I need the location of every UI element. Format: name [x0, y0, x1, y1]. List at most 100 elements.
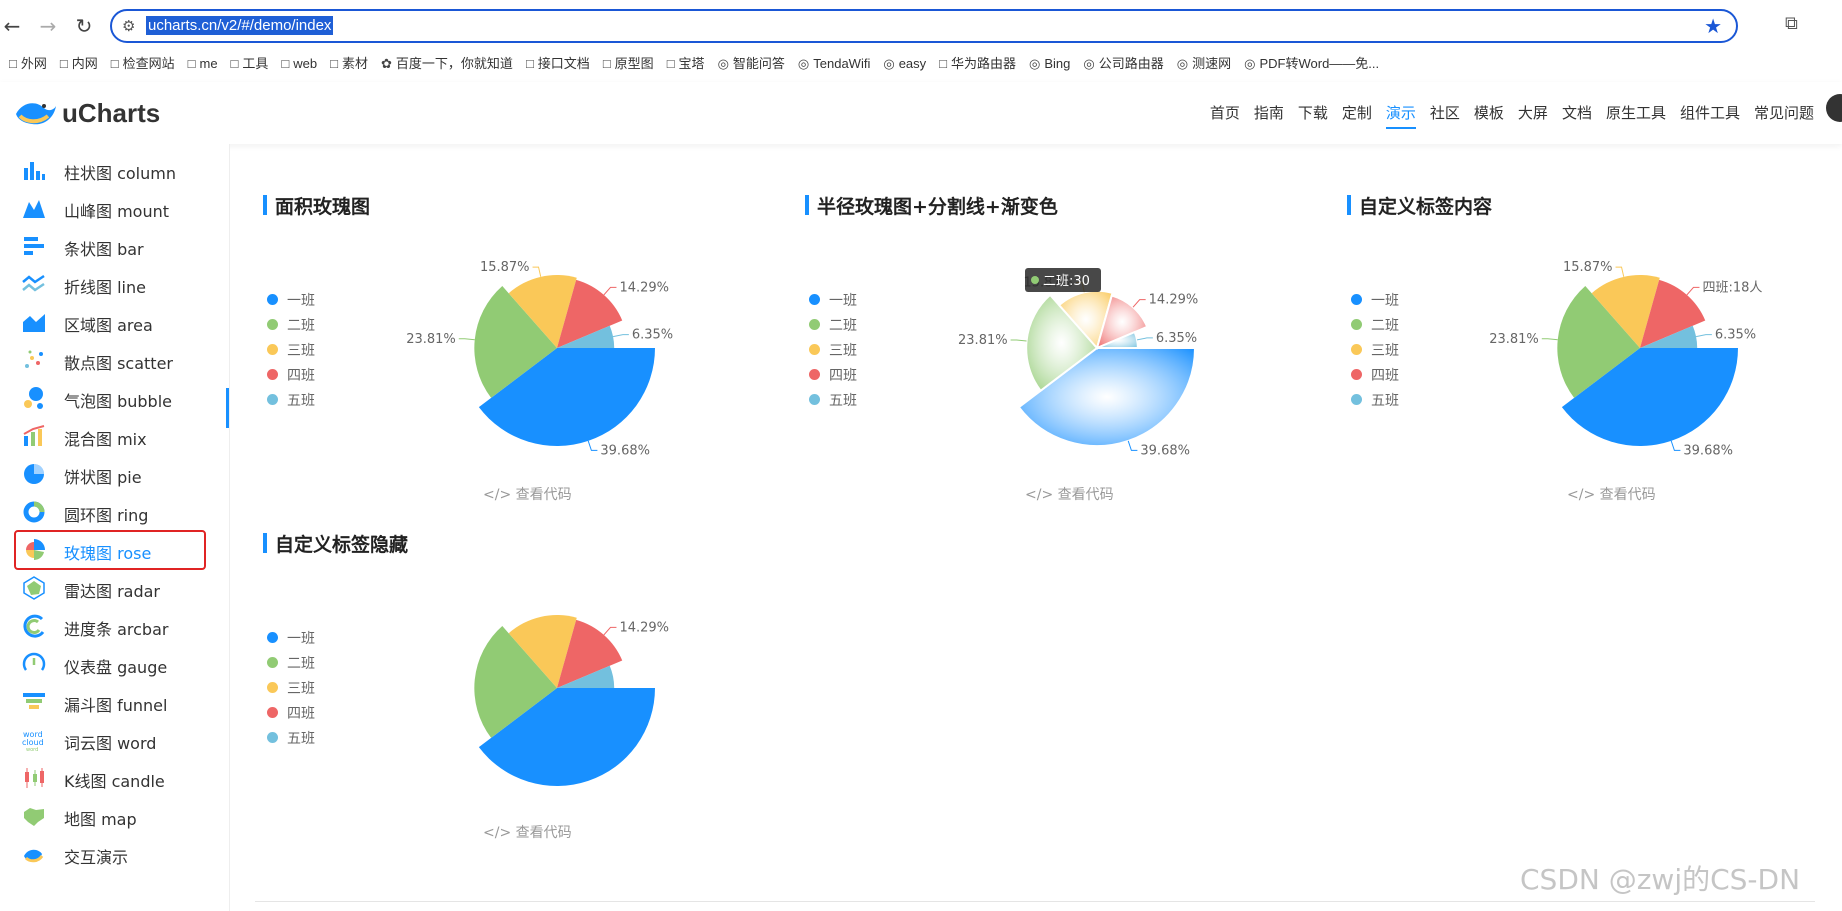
bookmark-item[interactable]: ◎ easy: [883, 52, 926, 76]
bookmark-item[interactable]: ◎ 测速网: [1177, 52, 1231, 76]
view-code-link[interactable]: </> 查看代码: [1567, 484, 1656, 504]
nav-item-9[interactable]: 原生工具: [1606, 102, 1666, 127]
legend-item[interactable]: 一班: [267, 290, 315, 315]
sidebar-item-label: 地图 map: [64, 810, 137, 829]
rose-chart[interactable]: 14.29%: [377, 558, 737, 818]
bookmark-item[interactable]: □ 原型图: [603, 52, 654, 76]
bookmark-item[interactable]: ✿ 百度一下，你就知道: [381, 52, 513, 76]
bookmark-item[interactable]: □ 素材: [330, 52, 368, 76]
bookmark-item[interactable]: ◎ PDF转Word——免...: [1244, 52, 1379, 76]
sidebar-item-bar[interactable]: 条状图 bar: [16, 228, 204, 264]
sidebar-item-line[interactable]: 折线图 line: [16, 266, 204, 302]
logo-text[interactable]: uCharts: [62, 98, 160, 129]
bookmark-item[interactable]: □ web: [281, 52, 317, 76]
sidebar-item-mount[interactable]: 山峰图 mount: [16, 190, 204, 226]
sidebar-item-mix[interactable]: 混合图 mix: [16, 418, 204, 454]
legend-item[interactable]: 三班: [267, 678, 315, 703]
rose-chart[interactable]: 39.68% 23.81% 15.87% 四班:18人 6.35%: [1460, 218, 1820, 478]
bookmark-item[interactable]: □ me: [188, 52, 218, 76]
legend-item[interactable]: 二班: [809, 315, 857, 340]
bookmark-label: TendaWifi: [813, 56, 871, 71]
divider: [255, 901, 1815, 902]
back-icon[interactable]: ←: [0, 14, 24, 38]
nav-item-6[interactable]: 模板: [1474, 102, 1504, 127]
bookmark-item[interactable]: □ 检查网站: [111, 52, 175, 76]
address-bar[interactable]: ⚙ ucharts.cn/v2/#/demo/index ★: [110, 9, 1738, 43]
legend-label: 五班: [287, 393, 315, 409]
sidebar-item-pie[interactable]: 饼状图 pie: [16, 456, 204, 492]
bookmark-item[interactable]: ◎ Bing: [1029, 52, 1070, 76]
avatar[interactable]: [1826, 94, 1842, 122]
bookmark-item[interactable]: □ 外网: [9, 52, 47, 76]
ucharts-logo-icon[interactable]: [14, 94, 58, 134]
legend-item[interactable]: 五班: [267, 728, 315, 753]
chart-legend: 一班 二班 三班 四班 五班: [809, 290, 857, 415]
view-code-link[interactable]: </> 查看代码: [483, 484, 572, 504]
sidebar-item-arcbar[interactable]: 进度条 arcbar: [16, 608, 204, 644]
bookmark-item[interactable]: ◎ 公司路由器: [1083, 52, 1163, 76]
legend-item[interactable]: 四班: [267, 365, 315, 390]
sidebar-item-rose[interactable]: 玫瑰图 rose: [14, 530, 206, 570]
legend-item[interactable]: 四班: [1351, 365, 1399, 390]
nav-item-7[interactable]: 大屏: [1518, 102, 1548, 127]
rose-chart[interactable]: 39.68% 23.81% 15.87% 14.29% 6.35%: [377, 218, 737, 478]
reload-icon[interactable]: ↻: [72, 14, 96, 38]
bookmark-item[interactable]: □ 华为路由器: [939, 52, 1016, 76]
sidebar-item-map[interactable]: 地图 map: [16, 798, 204, 834]
bookmark-item[interactable]: □ 内网: [60, 52, 98, 76]
legend-item[interactable]: 三班: [1351, 340, 1399, 365]
bookmark-item[interactable]: ◎ TendaWifi: [798, 52, 870, 76]
legend-item[interactable]: 二班: [267, 653, 315, 678]
sidebar-item-column[interactable]: 柱状图 column: [16, 152, 204, 188]
area-chart-icon: [22, 310, 46, 334]
sidebar-item-ring[interactable]: 圆环图 ring: [16, 494, 204, 530]
bookmark-star-icon[interactable]: ★: [1704, 14, 1722, 38]
legend-item[interactable]: 五班: [1351, 390, 1399, 415]
legend-label: 五班: [1371, 393, 1399, 409]
bookmark-item[interactable]: ◎ 智能问答: [718, 52, 785, 76]
legend-item[interactable]: 三班: [809, 340, 857, 365]
nav-item-2[interactable]: 下载: [1298, 102, 1328, 127]
view-code-link[interactable]: </> 查看代码: [483, 822, 572, 842]
site-info-icon[interactable]: ⚙: [122, 17, 135, 35]
sidebar-item-candle[interactable]: K线图 candle: [16, 760, 204, 796]
extensions-icon[interactable]: ⧉: [1785, 13, 1798, 34]
nav-item-3[interactable]: 定制: [1342, 102, 1372, 127]
nav-item-11[interactable]: 常见问题: [1754, 102, 1814, 127]
legend-dot-icon: [267, 657, 278, 668]
legend-item[interactable]: 二班: [267, 315, 315, 340]
nav-item-10[interactable]: 组件工具: [1680, 102, 1740, 127]
sidebar-item-label: 饼状图 pie: [64, 468, 142, 487]
sidebar-item-gauge[interactable]: 仪表盘 gauge: [16, 646, 204, 682]
legend-item[interactable]: 四班: [809, 365, 857, 390]
nav-item-5[interactable]: 社区: [1430, 102, 1460, 127]
rose-chart[interactable]: 39.68%23.81%15.87%14.29%6.35%二班:30: [917, 218, 1277, 478]
legend-item[interactable]: 五班: [809, 390, 857, 415]
nav-item-0[interactable]: 首页: [1210, 102, 1240, 127]
sidebar-item-label: 交互演示: [64, 848, 129, 867]
sidebar-item-wordcloud[interactable]: word cloud word 词云图 word: [16, 722, 204, 758]
bookmark-item[interactable]: □ 宝塔: [667, 52, 705, 76]
nav-item-8[interactable]: 文档: [1562, 102, 1592, 127]
bookmark-item[interactable]: □ 接口文档: [526, 52, 590, 76]
nav-item-4[interactable]: 演示: [1385, 102, 1416, 129]
legend-item[interactable]: 四班: [267, 703, 315, 728]
view-code-link[interactable]: </> 查看代码: [1025, 484, 1114, 504]
legend-item[interactable]: 一班: [1351, 290, 1399, 315]
sidebar-item-radar[interactable]: 雷达图 radar: [16, 570, 204, 606]
forward-icon[interactable]: →: [36, 14, 60, 38]
sidebar-item-funnel[interactable]: 漏斗图 funnel: [16, 684, 204, 720]
sidebar-item-scatter[interactable]: 散点图 scatter: [16, 342, 204, 378]
legend-item[interactable]: 三班: [267, 340, 315, 365]
legend-item[interactable]: 五班: [267, 390, 315, 415]
folder-icon: □: [281, 56, 290, 71]
sidebar-item-interactive-demo[interactable]: 交互演示: [16, 836, 204, 872]
nav-item-1[interactable]: 指南: [1254, 102, 1284, 127]
legend-item[interactable]: 一班: [267, 628, 315, 653]
sidebar-active-indicator: [226, 388, 229, 428]
legend-item[interactable]: 一班: [809, 290, 857, 315]
legend-item[interactable]: 二班: [1351, 315, 1399, 340]
sidebar-item-bubble[interactable]: 气泡图 bubble: [16, 380, 204, 416]
sidebar-item-area[interactable]: 区域图 area: [16, 304, 204, 340]
bookmark-item[interactable]: □ 工具: [231, 52, 269, 76]
